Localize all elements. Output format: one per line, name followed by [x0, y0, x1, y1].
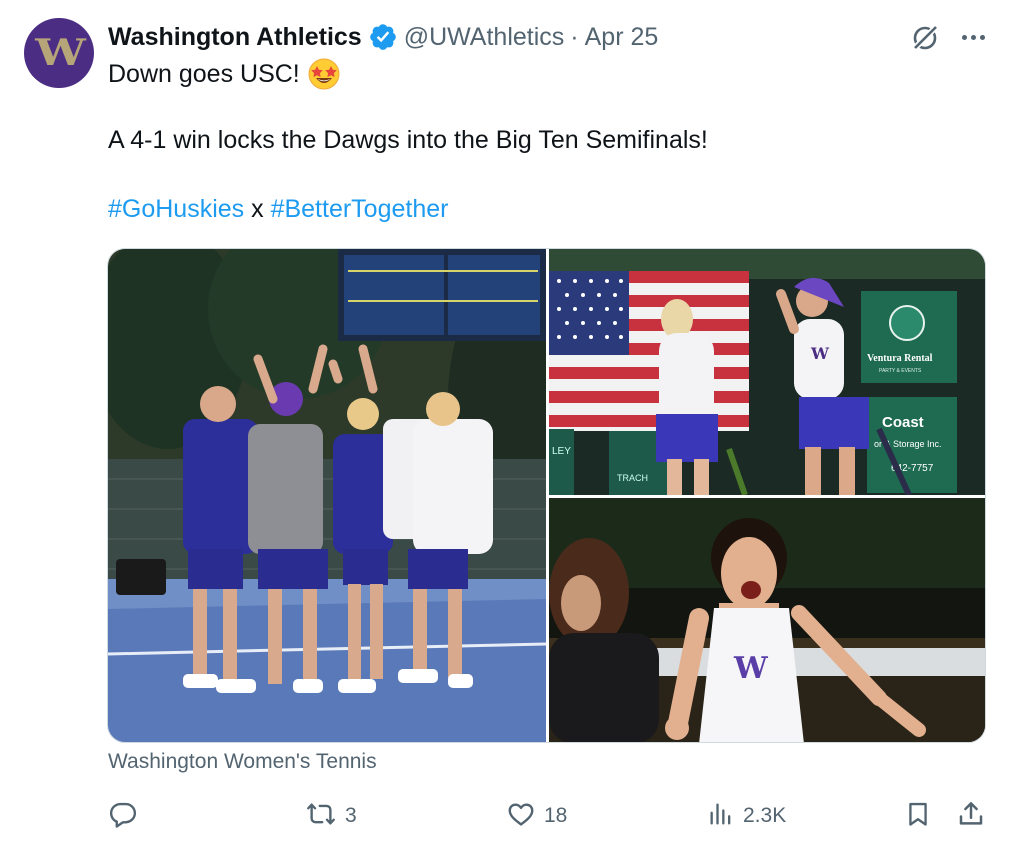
- media-caption[interactable]: Washington Women's Tennis: [108, 750, 377, 774]
- more-dot: [979, 34, 985, 40]
- display-name[interactable]: Washington Athletics: [108, 23, 362, 52]
- views-count: 2.3K: [743, 804, 787, 827]
- repost-icon: [305, 799, 337, 834]
- sign-text: LEY: [552, 446, 571, 457]
- like-button[interactable]: 18: [506, 796, 567, 836]
- sign-text: Ventura Rental: [867, 353, 933, 364]
- avatar[interactable]: W: [24, 18, 94, 88]
- media-grid: LEY TRACH Ventura Rental PARTY & EVENTS …: [107, 248, 986, 743]
- like-icon: [506, 799, 536, 834]
- hashtag-link[interactable]: #BetterTogether: [271, 195, 449, 223]
- views-icon: [707, 799, 735, 834]
- svg-text:W: W: [810, 344, 830, 363]
- reply-icon: [108, 799, 138, 834]
- views-button[interactable]: 2.3K: [707, 796, 786, 836]
- repost-count: 3: [345, 804, 357, 827]
- photo-team-huddle[interactable]: [108, 249, 546, 742]
- sign-text: TRACH: [617, 473, 648, 483]
- handle[interactable]: @UWAthletics: [404, 23, 565, 52]
- star-struck-emoji: [308, 58, 340, 90]
- bookmark-button[interactable]: [904, 796, 932, 836]
- timestamp[interactable]: Apr 25: [585, 23, 659, 52]
- tweet-text-line: A 4-1 win locks the Dawgs into the Big T…: [108, 126, 708, 154]
- hashtag-line: #GoHuskies x #BetterTogether: [108, 195, 448, 224]
- photo-celebration[interactable]: W: [549, 498, 985, 742]
- like-count: 18: [544, 804, 568, 827]
- share-icon: [956, 799, 986, 834]
- tweet-text-line: Down goes USC!: [108, 57, 340, 91]
- avatar-logo: W: [34, 32, 86, 74]
- svg-text:W: W: [733, 651, 769, 686]
- bookmark-icon: [904, 799, 932, 834]
- sign-text: Coast: [882, 414, 924, 431]
- share-button[interactable]: [956, 796, 986, 836]
- grok-icon[interactable]: [908, 21, 942, 55]
- hashtag-link[interactable]: #GoHuskies: [108, 195, 244, 223]
- more-dot: [961, 34, 967, 40]
- more-icon[interactable]: [955, 22, 991, 52]
- photo-high-five[interactable]: LEY TRACH Ventura Rental PARTY & EVENTS …: [549, 249, 985, 495]
- separator-dot: ·: [570, 22, 579, 51]
- hashtag-joiner: x: [244, 195, 271, 223]
- tweet-header: Washington Athletics @UWAthletics · Apr …: [108, 20, 658, 54]
- sign-text: PARTY & EVENTS: [879, 368, 922, 374]
- tweet-text: Down goes USC!: [108, 59, 300, 88]
- reply-button[interactable]: [108, 796, 146, 836]
- more-dot: [970, 34, 976, 40]
- verified-badge-icon[interactable]: [368, 22, 398, 52]
- repost-button[interactable]: 3: [305, 796, 357, 836]
